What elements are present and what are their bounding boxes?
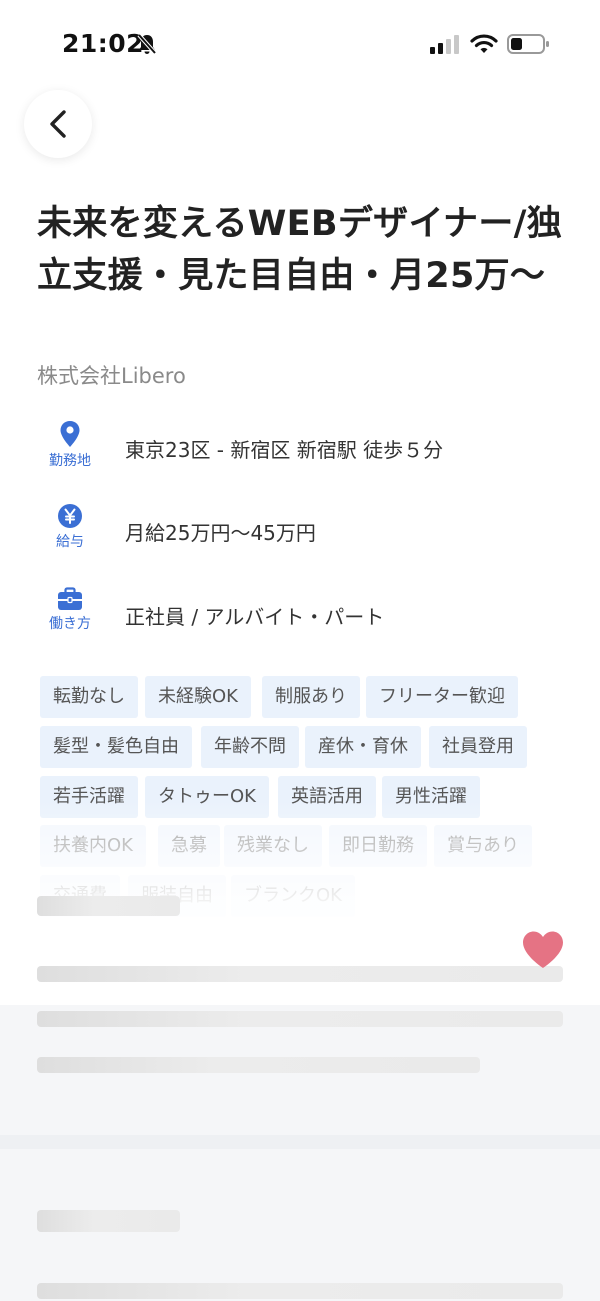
salary-label: 給与 — [56, 534, 84, 550]
salary-value: 月給25万円〜45万円 — [125, 521, 316, 545]
tag: 未経験OK — [145, 676, 251, 718]
favorite-button[interactable] — [521, 930, 565, 974]
cellular-signal-icon — [430, 34, 462, 58]
tag: 急募 — [158, 825, 220, 867]
tag: 扶養内OK — [40, 825, 146, 867]
tag: 髪型・髪色自由 — [40, 726, 192, 768]
skeleton-line — [37, 1011, 563, 1027]
info-row-location: 勤務地 東京23区 - 新宿区 新宿駅 徒歩５分 — [37, 420, 577, 480]
section-divider — [0, 1135, 600, 1149]
work-style-value: 正社員 / アルバイト・パート — [125, 605, 385, 629]
battery-icon — [507, 33, 551, 59]
work-style-label: 働き方 — [49, 616, 91, 632]
info-row-work-style: 働き方 正社員 / アルバイト・パート — [37, 587, 577, 647]
tag: 若手活躍 — [40, 776, 138, 818]
job-title: 未来を変えるWEBデザイナー/独立支援・見た目自由・月25万〜 — [37, 204, 563, 296]
tag: ブランクOK — [231, 875, 355, 917]
bell-muted-icon — [137, 33, 157, 59]
skeleton-line — [37, 1057, 480, 1073]
tag: 残業なし — [224, 825, 322, 867]
skeleton-line — [37, 1283, 563, 1299]
location-label: 勤務地 — [49, 453, 91, 469]
tag: 即日勤務 — [329, 825, 427, 867]
info-row-salary: 給与 月給25万円〜45万円 — [37, 503, 577, 563]
tag: 年齢不問 — [201, 726, 299, 768]
tag: タトゥーOK — [145, 776, 269, 818]
tag: 制服あり — [262, 676, 360, 718]
status-bar: 21:02 — [0, 0, 600, 80]
chevron-left-icon — [50, 110, 66, 138]
wifi-icon — [470, 33, 498, 59]
company-name: 株式会社Libero — [37, 364, 186, 388]
briefcase-icon — [58, 587, 82, 610]
status-time: 21:02 — [62, 29, 145, 58]
tag: フリーター歓迎 — [366, 676, 518, 718]
tag: 英語活用 — [278, 776, 376, 818]
yen-icon — [58, 504, 82, 528]
back-button[interactable] — [24, 90, 92, 158]
skeleton-line — [37, 966, 563, 982]
tag: 社員登用 — [429, 726, 527, 768]
skeleton-placeholder — [37, 896, 180, 916]
skeleton-section — [0, 1005, 600, 1301]
tag: 転勤なし — [40, 676, 138, 718]
map-pin-icon — [60, 421, 80, 447]
heart-icon — [523, 931, 563, 968]
location-value: 東京23区 - 新宿区 新宿駅 徒歩５分 — [125, 438, 444, 462]
tag: 賞与あり — [434, 825, 532, 867]
tag: 産休・育休 — [305, 726, 421, 768]
skeleton-placeholder — [37, 1210, 180, 1232]
tag: 男性活躍 — [382, 776, 480, 818]
